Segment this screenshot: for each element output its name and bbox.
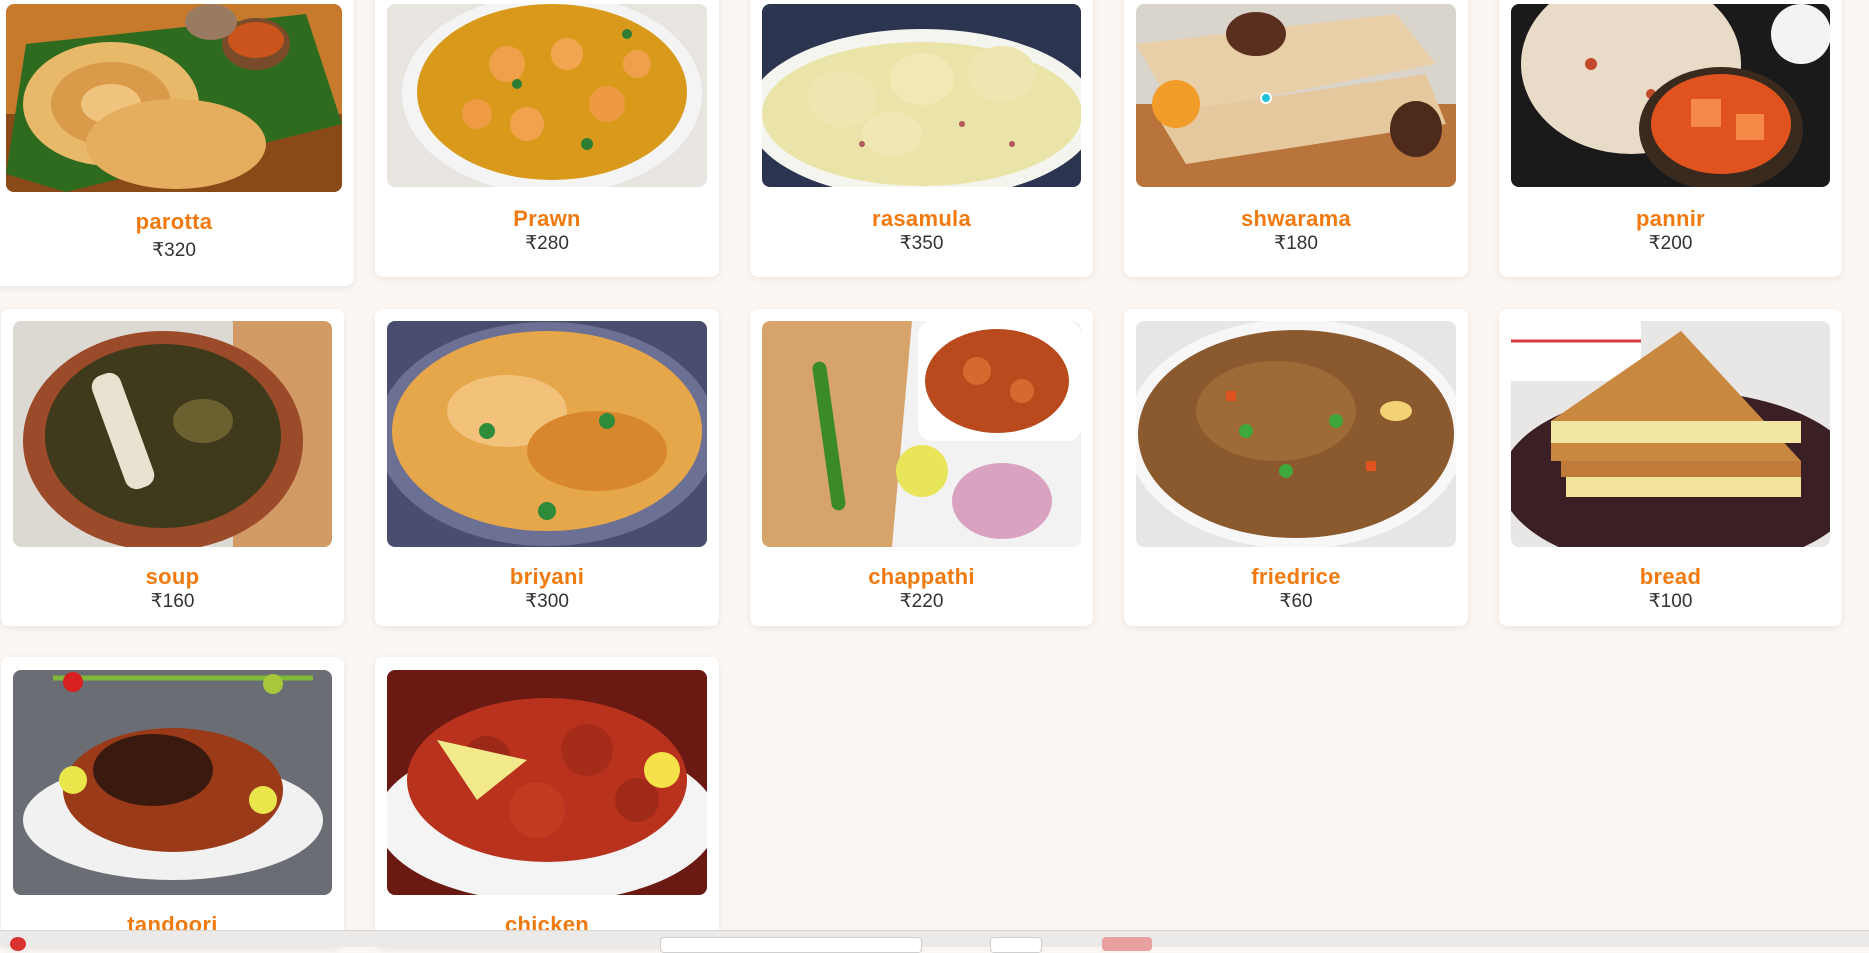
item-price: ₹280 [525, 233, 569, 254]
rasamula-image [762, 4, 1081, 187]
item-name[interactable]: rasamula [750, 206, 1093, 232]
menu-card-briyani[interactable]: briyani ₹300 [375, 309, 719, 626]
shwarama-image [1136, 4, 1456, 187]
menu-card-tandoori[interactable]: tandoori [1, 657, 344, 947]
taskbar-app-icon[interactable] [10, 937, 26, 951]
item-name[interactable]: briyani [375, 564, 719, 590]
parotta-image [6, 4, 342, 192]
item-name[interactable]: pannir [1499, 206, 1842, 232]
item-price: ₹180 [1274, 233, 1318, 254]
item-name[interactable]: friedrice [1124, 564, 1468, 590]
item-price: ₹350 [899, 233, 944, 254]
menu-card-bread[interactable]: bread ₹100 [1499, 309, 1842, 626]
item-name[interactable]: shwarama [1124, 206, 1468, 232]
menu-card-parotta[interactable]: parotta ₹320 [0, 0, 354, 286]
item-price: ₹160 [150, 591, 195, 612]
menu-card-rasamula[interactable]: rasamula ₹350 [750, 0, 1093, 277]
taskbar [0, 930, 1869, 953]
item-price: ₹320 [152, 240, 196, 261]
item-price: ₹300 [525, 591, 569, 612]
item-price: ₹100 [1648, 591, 1693, 612]
menu-card-pannir[interactable]: pannir ₹200 [1499, 0, 1842, 277]
taskbar-button[interactable] [990, 937, 1042, 953]
menu-card-prawn[interactable]: Prawn ₹280 [375, 0, 719, 277]
menu-card-soup[interactable]: soup ₹160 [1, 309, 344, 626]
chicken-image [387, 670, 707, 895]
item-name[interactable]: bread [1499, 564, 1842, 590]
menu-card-chappathi[interactable]: chappathi ₹220 [750, 309, 1093, 626]
item-price: ₹60 [1279, 591, 1313, 612]
item-name[interactable]: soup [1, 564, 344, 590]
menu-card-shwarama[interactable]: shwarama ₹180 [1124, 0, 1468, 277]
friedrice-image [1136, 321, 1456, 547]
pannir-image [1511, 4, 1830, 187]
item-name[interactable]: Prawn [375, 206, 719, 232]
item-name[interactable]: parotta [0, 209, 354, 235]
item-price: ₹220 [899, 591, 944, 612]
taskbar-button-highlight[interactable] [1102, 937, 1152, 951]
prawn-image [387, 4, 707, 187]
menu-card-friedrice[interactable]: friedrice ₹60 [1124, 309, 1468, 626]
chappathi-image [762, 321, 1081, 547]
menu-card-chicken[interactable]: chicken [375, 657, 719, 947]
item-name[interactable]: chappathi [750, 564, 1093, 590]
bread-image [1511, 321, 1830, 547]
item-price: ₹200 [1648, 233, 1693, 254]
soup-image [13, 321, 332, 547]
taskbar-search-box[interactable] [660, 937, 922, 953]
tandoori-image [13, 670, 332, 895]
briyani-image [387, 321, 707, 547]
cursor-indicator [1260, 92, 1272, 104]
